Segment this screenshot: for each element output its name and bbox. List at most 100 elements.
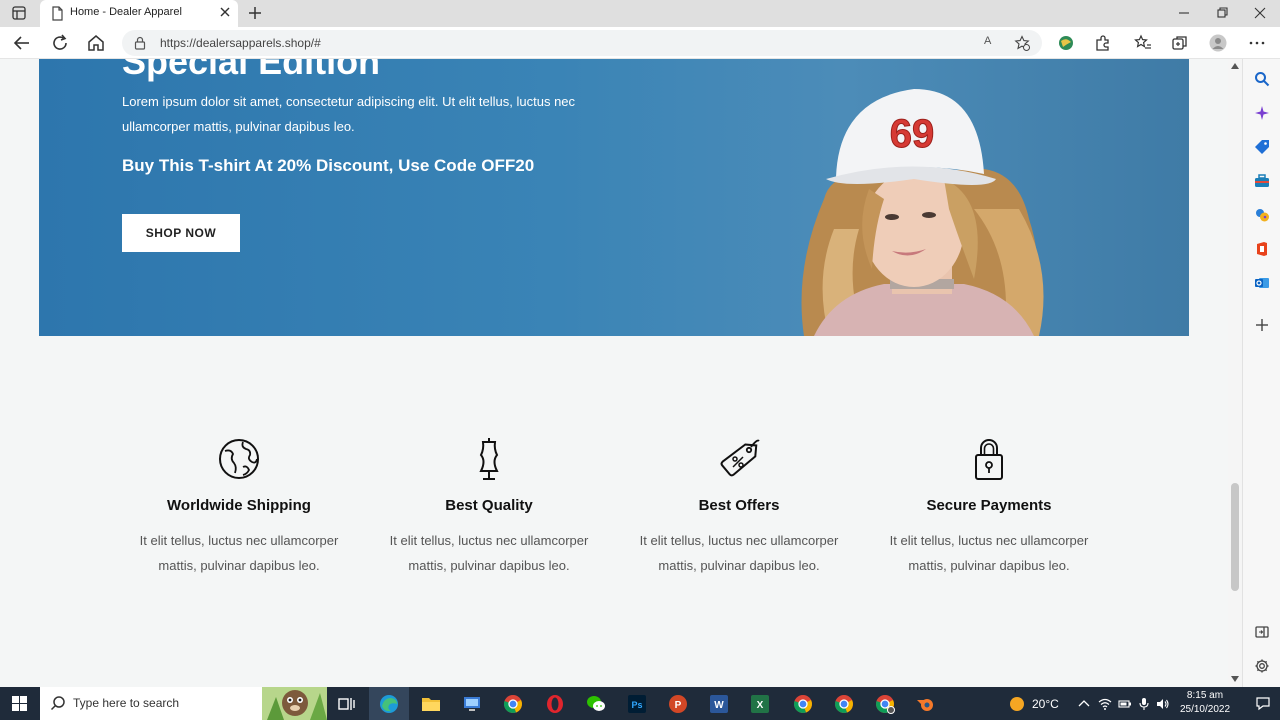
collections-icon[interactable]	[1171, 34, 1189, 52]
cap-number: 69	[890, 112, 935, 156]
games-icon[interactable]	[1254, 207, 1270, 223]
chrome-profile-3-icon[interactable]	[833, 693, 855, 715]
search-icon[interactable]	[1254, 71, 1270, 87]
price-tag-icon	[720, 439, 760, 477]
restore-icon[interactable]	[1215, 6, 1229, 20]
globe-icon	[219, 439, 259, 479]
profile-avatar-icon[interactable]	[1209, 34, 1227, 52]
add-favorite-icon[interactable]	[1014, 35, 1030, 51]
tray-chevron-up-icon[interactable]	[1077, 697, 1091, 711]
mannequin-icon	[479, 438, 499, 480]
file-explorer-icon[interactable]	[420, 693, 442, 715]
blender-icon[interactable]	[915, 693, 937, 715]
lock-icon[interactable]	[134, 36, 146, 50]
volume-icon[interactable]	[1156, 697, 1170, 711]
shop-now-button[interactable]: SHOP NOW	[122, 214, 240, 252]
url-box[interactable]: https://dealersapparels.shop/# A	[122, 30, 1042, 56]
svg-text:Ps: Ps	[631, 700, 642, 710]
task-view-icon[interactable]	[335, 693, 357, 715]
hero-banner: Special Edition Lorem ipsum dolor sit am…	[39, 59, 1189, 336]
feature-title: Worldwide Shipping	[167, 497, 311, 514]
microphone-icon[interactable]	[1137, 697, 1151, 711]
taskbar-search-box[interactable]: Type here to search	[40, 687, 327, 720]
feature-best-quality: Best Quality It elit tellus, luctus nec …	[364, 437, 614, 578]
search-icon	[50, 696, 65, 711]
features-section: Worldwide Shipping It elit tellus, luctu…	[114, 437, 1114, 587]
computer-app-icon[interactable]	[461, 693, 483, 715]
windows-start-icon[interactable]	[12, 696, 27, 711]
tab-bar: Home - Dealer Apparel	[0, 0, 1280, 27]
feature-worldwide-shipping: Worldwide Shipping It elit tellus, luctu…	[114, 437, 364, 578]
read-aloud-icon[interactable]: A	[984, 35, 1000, 51]
tab-title: Home - Dealer Apparel	[70, 6, 182, 18]
feature-title: Secure Payments	[926, 497, 1052, 514]
url-text[interactable]: https://dealersapparels.shop/#	[160, 36, 321, 50]
hero-title: Special Edition	[122, 59, 381, 82]
chrome-profile-2-icon[interactable]	[792, 693, 814, 715]
edge-browser-icon[interactable]	[378, 693, 400, 715]
split-screen-icon[interactable]	[1254, 624, 1270, 640]
browser-tab-active[interactable]: Home - Dealer Apparel	[40, 0, 238, 27]
new-tab-icon[interactable]	[246, 4, 264, 22]
scroll-down-arrow-icon[interactable]	[1231, 676, 1239, 682]
back-icon[interactable]	[12, 33, 32, 53]
feature-text: It elit tellus, luctus nec ullamcorper m…	[389, 533, 589, 573]
tab-actions-icon[interactable]	[8, 4, 30, 22]
feature-title: Best Quality	[445, 497, 533, 514]
feature-text: It elit tellus, luctus nec ullamcorper m…	[139, 533, 339, 573]
feature-best-offers: Best Offers It elit tellus, luctus nec u…	[614, 437, 864, 578]
extensions-icon[interactable]	[1094, 34, 1112, 52]
home-icon[interactable]	[86, 33, 106, 53]
taskbar-clock[interactable]: 8:15 am 25/10/2022	[1172, 689, 1238, 717]
wechat-icon[interactable]	[585, 693, 607, 715]
close-tab-icon[interactable]	[218, 5, 232, 19]
add-sidebar-app-icon[interactable]	[1254, 317, 1270, 333]
edge-sidebar	[1242, 59, 1280, 687]
shopping-tag-icon[interactable]	[1254, 139, 1270, 155]
excel-icon[interactable]: X	[749, 693, 771, 715]
tools-briefcase-icon[interactable]	[1254, 173, 1270, 189]
windows-taskbar: Type here to search Ps P W X 20°C 8:15 a…	[0, 687, 1280, 720]
scroll-up-arrow-icon[interactable]	[1231, 63, 1239, 69]
padlock-icon	[975, 439, 1003, 480]
feature-text: It elit tellus, luctus nec ullamcorper m…	[889, 533, 1089, 573]
powerpoint-icon[interactable]: P	[667, 693, 689, 715]
feature-title: Best Offers	[698, 497, 780, 514]
weather-sun-icon[interactable]	[1009, 696, 1025, 712]
page-favicon-icon	[52, 6, 63, 21]
more-options-icon[interactable]	[1248, 34, 1266, 52]
refresh-icon[interactable]	[50, 33, 70, 53]
chrome-profile-4-icon[interactable]	[874, 693, 896, 715]
search-highlight-illustration	[262, 687, 327, 720]
settings-gear-icon[interactable]	[1254, 658, 1270, 674]
page-scrollbar[interactable]	[1228, 59, 1242, 687]
taskbar-search-placeholder: Type here to search	[73, 696, 180, 710]
close-window-icon[interactable]	[1253, 6, 1267, 20]
feature-text: It elit tellus, luctus nec ullamcorper m…	[639, 533, 839, 573]
wifi-icon[interactable]	[1098, 697, 1112, 711]
model-photo: 69	[801, 89, 1044, 336]
favorites-icon[interactable]	[1134, 34, 1152, 52]
extension-globe-icon[interactable]	[1057, 34, 1075, 52]
photoshop-icon[interactable]: Ps	[626, 693, 648, 715]
scroll-thumb[interactable]	[1231, 483, 1239, 591]
hero-promo-text: Buy This T-shirt At 20% Discount, Use Co…	[122, 156, 535, 175]
notifications-icon[interactable]	[1255, 695, 1271, 711]
outlook-icon[interactable]	[1254, 275, 1270, 291]
clock-time: 8:15 am	[1186, 690, 1224, 701]
weather-temperature[interactable]: 20°C	[1032, 697, 1059, 711]
battery-icon[interactable]	[1118, 697, 1132, 711]
svg-text:X: X	[757, 700, 764, 711]
minimize-icon[interactable]	[1177, 6, 1191, 20]
chrome-icon[interactable]	[502, 693, 524, 715]
svg-text:W: W	[714, 700, 724, 711]
word-icon[interactable]: W	[708, 693, 730, 715]
hero-description: Lorem ipsum dolor sit amet, consectetur …	[122, 94, 576, 134]
feature-secure-payments: Secure Payments It elit tellus, luctus n…	[864, 437, 1114, 578]
office-icon[interactable]	[1254, 241, 1270, 257]
page-viewport: Special Edition Lorem ipsum dolor sit am…	[0, 59, 1228, 687]
opera-icon[interactable]	[544, 693, 566, 715]
discover-sparkle-icon[interactable]	[1254, 105, 1270, 121]
clock-date: 25/10/2022	[1179, 704, 1231, 715]
svg-text:P: P	[675, 700, 682, 711]
